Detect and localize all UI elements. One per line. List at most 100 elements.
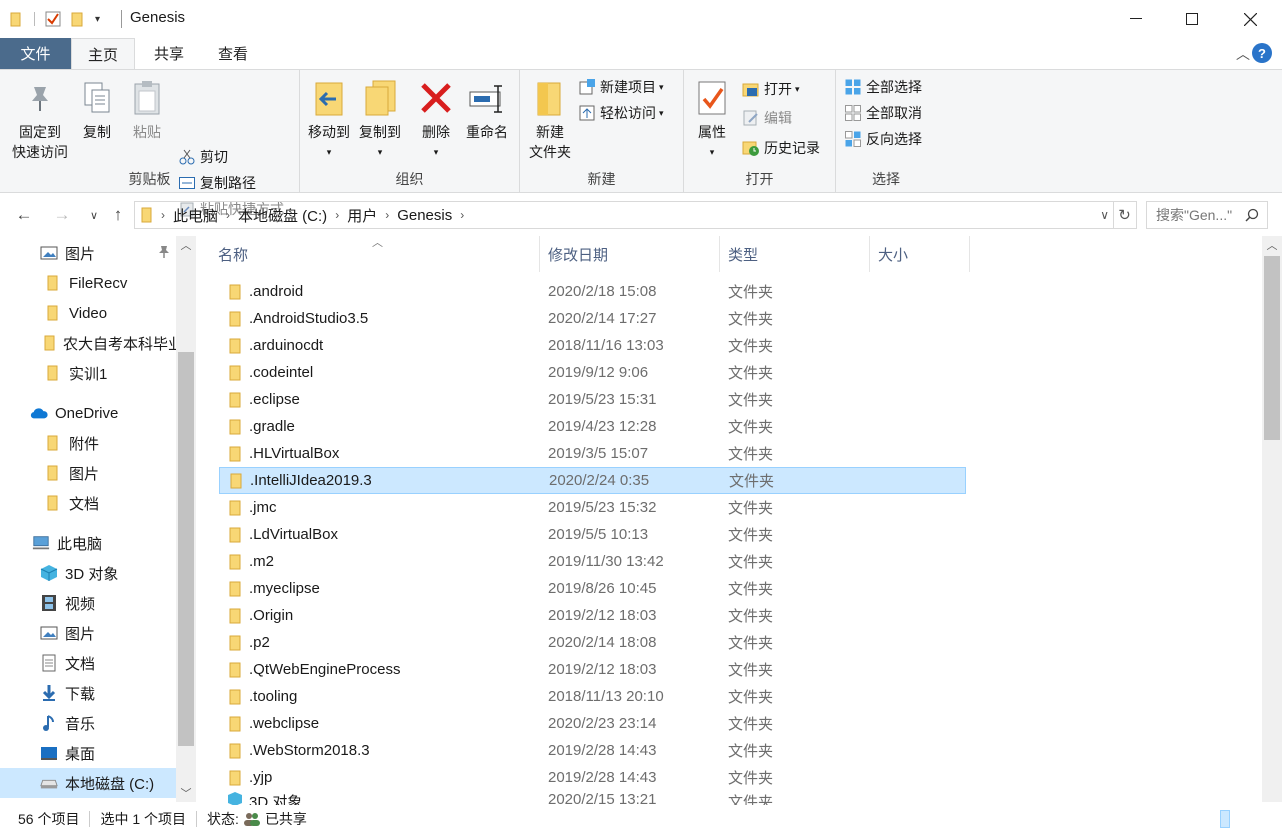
file-row[interactable]: .codeintel 2019/9/12 9:06 文件夹 <box>219 359 966 386</box>
file-row[interactable]: .WebStorm2018.3 2019/2/28 14:43 文件夹 <box>219 737 966 764</box>
column-header-modified[interactable]: 修改日期 <box>540 236 720 272</box>
file-row[interactable]: 3D 对象 2020/2/15 13:21 文件夹 <box>219 791 966 805</box>
select-none-button[interactable]: 全部取消 <box>844 102 922 124</box>
sidebar-item[interactable]: 农大自考本科毕业 <box>0 328 176 358</box>
film-icon <box>40 594 58 612</box>
file-row[interactable]: .tooling 2018/11/13 20:10 文件夹 <box>219 683 966 710</box>
sidebar-item[interactable]: 音乐 <box>0 708 176 738</box>
folder-icon[interactable] <box>10 11 24 27</box>
open-button[interactable]: 打开 ▾ <box>742 78 800 100</box>
column-header-size[interactable]: 大小 <box>870 236 970 272</box>
file-row[interactable]: .AndroidStudio3.5 2020/2/14 17:27 文件夹 <box>219 305 966 332</box>
rename-button[interactable]: 重命名 <box>462 76 512 142</box>
file-row[interactable]: .eclipse 2019/5/23 15:31 文件夹 <box>219 386 966 413</box>
file-name: .android <box>249 283 304 300</box>
invert-selection-button[interactable]: 反向选择 <box>844 128 922 150</box>
sidebar-item[interactable]: OneDrive <box>0 398 176 428</box>
breadcrumb-chevron-icon[interactable]: › <box>335 208 339 222</box>
sidebar-item[interactable]: 文档 <box>0 488 176 518</box>
file-row[interactable]: .gradle 2019/4/23 12:28 文件夹 <box>219 413 966 440</box>
breadcrumb-local-disk[interactable]: 本地磁盘 (C:) <box>238 205 327 226</box>
nav-pane-scrollbar[interactable]: ︿ ﹀ <box>176 236 196 802</box>
scroll-up-arrow-icon[interactable]: ︿ <box>176 236 196 254</box>
recent-locations-chevron-icon[interactable]: ∨ <box>82 203 106 227</box>
cube-icon <box>227 791 243 805</box>
sidebar-item[interactable]: 此电脑 <box>0 528 176 558</box>
file-row[interactable]: .LdVirtualBox 2019/5/5 10:13 文件夹 <box>219 521 966 548</box>
tab-share[interactable]: 共享 <box>138 38 200 69</box>
file-row[interactable]: .Origin 2019/2/12 18:03 文件夹 <box>219 602 966 629</box>
sidebar-item[interactable]: 视频 <box>0 588 176 618</box>
sidebar-item[interactable]: 附件 <box>0 428 176 458</box>
tab-view[interactable]: 查看 <box>202 38 264 69</box>
minimize-button[interactable] <box>1107 0 1165 38</box>
breadcrumb-genesis[interactable]: Genesis <box>397 207 452 224</box>
breadcrumb-this-pc[interactable]: 此电脑 <box>173 205 218 226</box>
edit-button[interactable]: 编辑 <box>742 107 792 129</box>
easy-access-button[interactable]: 轻松访问 ▾ <box>578 102 664 124</box>
refresh-icon[interactable]: ↻ <box>1113 201 1137 229</box>
up-arrow-icon[interactable]: ↑ <box>106 203 130 227</box>
copy-to-button[interactable]: 复制到 ▾ <box>356 76 404 162</box>
paste-button[interactable]: 粘贴 <box>126 76 168 142</box>
sidebar-item[interactable]: 文档 <box>0 648 176 678</box>
sidebar-item[interactable]: FileRecv <box>0 268 176 298</box>
breadcrumb-chevron-icon[interactable]: › <box>226 208 230 222</box>
help-icon[interactable]: ? <box>1252 43 1272 63</box>
cut-button[interactable]: 剪切 <box>178 146 228 168</box>
delete-button[interactable]: 删除 ▾ <box>416 76 456 162</box>
sidebar-item[interactable]: 下载 <box>0 678 176 708</box>
copy-button[interactable]: 复制 <box>76 76 118 142</box>
file-row[interactable]: .myeclipse 2019/8/26 10:45 文件夹 <box>219 575 966 602</box>
new-folder-button[interactable]: 新建 文件夹 <box>526 76 574 162</box>
file-row[interactable]: .android 2020/2/18 15:08 文件夹 <box>219 278 966 305</box>
breadcrumb-chevron-icon[interactable]: › <box>460 208 464 222</box>
forward-arrow-icon[interactable]: → <box>50 203 74 227</box>
breadcrumb-chevron-icon[interactable]: › <box>161 208 165 222</box>
sidebar-item[interactable]: 桌面 <box>0 738 176 768</box>
file-row[interactable]: .jmc 2019/5/23 15:32 文件夹 <box>219 494 966 521</box>
breadcrumb-users[interactable]: 用户 <box>347 205 377 226</box>
file-row[interactable]: .webclipse 2020/2/23 23:14 文件夹 <box>219 710 966 737</box>
file-row[interactable]: .yjp 2019/2/28 14:43 文件夹 <box>219 764 966 791</box>
new-item-button[interactable]: 新建项目 ▾ <box>578 76 664 98</box>
details-view-icon[interactable] <box>1220 810 1230 828</box>
scroll-down-arrow-icon[interactable]: ﹀ <box>176 784 196 802</box>
close-button[interactable] <box>1221 0 1279 38</box>
file-row[interactable]: .QtWebEngineProcess 2019/2/12 18:03 文件夹 <box>219 656 966 683</box>
pin-to-quick-access-button[interactable]: 固定到 快速访问 <box>8 76 72 162</box>
sidebar-item[interactable]: 本地磁盘 (C:) <box>0 768 176 798</box>
customize-dropdown-icon[interactable]: ▾ <box>95 14 100 25</box>
collapse-ribbon-icon[interactable]: ︿ <box>1236 44 1250 64</box>
column-header-type[interactable]: 类型 <box>720 236 870 272</box>
new-folder-icon[interactable] <box>71 11 85 27</box>
sidebar-item[interactable]: 3D 对象 <box>0 558 176 588</box>
sidebar-item[interactable]: 图片 <box>0 458 176 488</box>
sidebar-item[interactable]: 图片 <box>0 238 176 268</box>
file-list-scrollbar[interactable]: ︿ <box>1262 236 1282 802</box>
back-arrow-icon[interactable]: ← <box>12 203 36 227</box>
file-row[interactable]: .m2 2019/11/30 13:42 文件夹 <box>219 548 966 575</box>
maximize-button[interactable] <box>1163 0 1221 38</box>
file-row[interactable]: .HLVirtualBox 2019/3/5 15:07 文件夹 <box>219 440 966 467</box>
select-all-button[interactable]: 全部选择 <box>844 76 922 98</box>
history-button[interactable]: 历史记录 <box>742 137 820 159</box>
sidebar-item[interactable]: 实训1 <box>0 358 176 388</box>
nav-pane-scroll-thumb[interactable] <box>178 352 194 746</box>
file-row[interactable]: .IntelliJIdea2019.3 2020/2/24 0:35 文件夹 <box>219 467 966 494</box>
search-input[interactable]: 搜索"Gen..." <box>1146 201 1268 229</box>
address-dropdown-icon[interactable]: ∨ <box>1100 208 1109 222</box>
properties-check-icon[interactable] <box>45 11 61 27</box>
properties-button[interactable]: 属性 ▾ <box>690 76 734 162</box>
tab-file[interactable]: 文件 <box>0 38 71 69</box>
sidebar-item[interactable]: 图片 <box>0 618 176 648</box>
file-row[interactable]: .arduinocdt 2018/11/16 13:03 文件夹 <box>219 332 966 359</box>
move-to-button[interactable]: 移动到 ▾ <box>306 76 352 162</box>
breadcrumb-chevron-icon[interactable]: › <box>385 208 389 222</box>
sidebar-item[interactable]: Video <box>0 298 176 328</box>
address-bar[interactable]: › 此电脑 › 本地磁盘 (C:) › 用户 › Genesis › ∨ <box>134 201 1114 229</box>
file-list-scroll-thumb[interactable] <box>1264 256 1280 440</box>
file-row[interactable]: .p2 2020/2/14 18:08 文件夹 <box>219 629 966 656</box>
scroll-up-arrow-icon[interactable]: ︿ <box>1262 236 1282 254</box>
tab-home[interactable]: 主页 <box>71 38 135 70</box>
